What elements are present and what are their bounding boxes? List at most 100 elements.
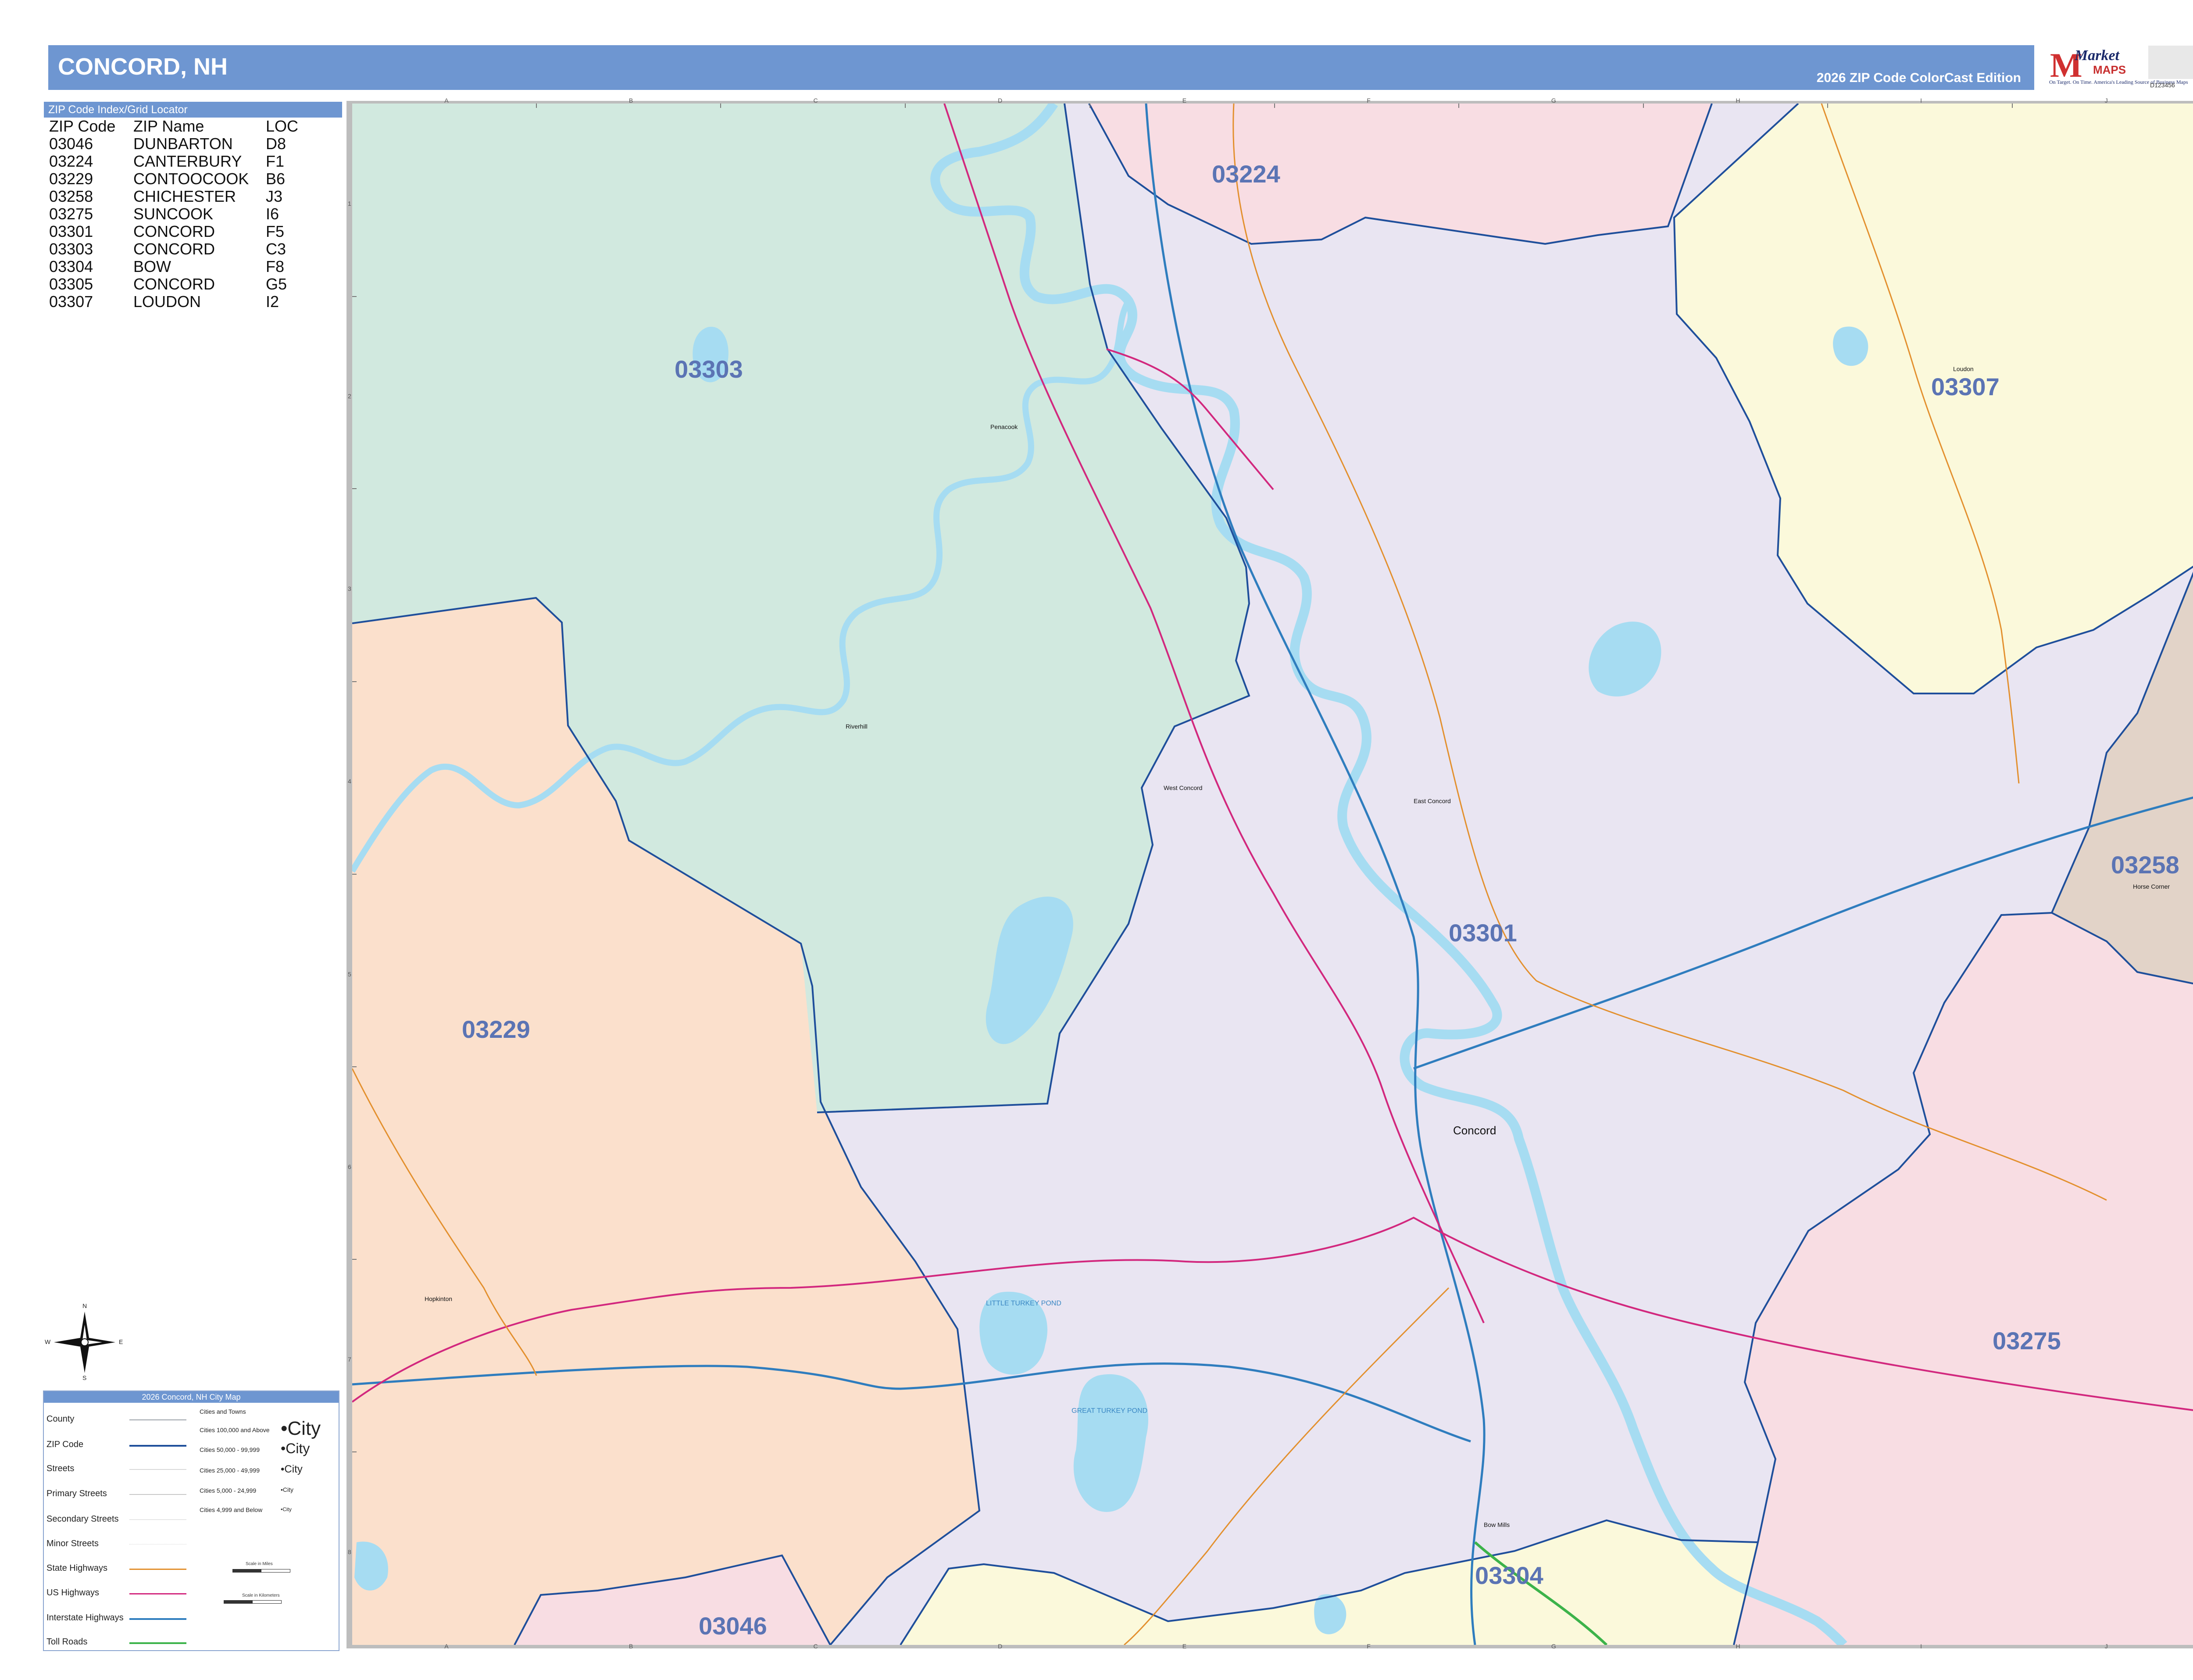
grid-column-label: H [1736,1643,1740,1650]
zip-index-row: 03304 BOW F8 [44,258,342,275]
zip-code-cell: 03046 [49,135,93,153]
legend-streets-label: Streets [46,1464,75,1473]
legend-primary-line [129,1494,186,1495]
zip-code-cell: 03301 [49,222,93,240]
grid-loc-cell: B6 [266,170,286,188]
zip-code-cell: 03305 [49,275,93,293]
zip-code-cell: ZIP Code [49,117,116,135]
grid-column-label: G [1551,97,1556,104]
legend-us-hwy-line [129,1593,186,1594]
zip-name-cell: BOW [133,257,171,275]
zip-code-cell: 03224 [49,152,93,170]
place-label-horse-corner: Horse Corner [2133,883,2170,890]
legend-interstate-label: Interstate Highways [46,1613,124,1623]
zip-name-cell: CONCORD [133,275,215,293]
grid-column-label: F [1367,1643,1371,1650]
zip-label-03224: 03224 [1212,160,1280,188]
zip-areas [352,104,2193,1645]
legend-secondary-label: Secondary Streets [46,1514,119,1524]
legend-city-sample-3: •City [281,1463,303,1475]
zip-name-cell: CHICHESTER [133,187,236,205]
grid-row-label: 3 [348,585,351,593]
zip-label-03301: 03301 [1449,919,1517,947]
grid-column-label: F [1367,97,1371,104]
publisher-logo: M Market MAPS On Target. On Time. Americ… [2047,44,2193,94]
grid-column-label: G [1551,1643,1556,1650]
legend-city-sample-5: •City [281,1506,292,1512]
scale-bar-km [224,1600,282,1604]
place-label-riverhill: Riverhill [846,723,868,730]
grid-loc-cell: F8 [266,257,285,275]
zip-index-row: 03303 CONCORD C3 [44,240,342,258]
logo-name-top: Market [2075,47,2119,64]
legend-city-class-4: Cities 5,000 - 24,999 [200,1487,257,1494]
legend-secondary-line [129,1519,186,1520]
legend-city-class-1: Cities 100,000 and Above [200,1426,270,1433]
place-label-east-concord: East Concord [1414,797,1451,804]
water-label-little-turkey-pond: LITTLE TURKEY POND [986,1300,1061,1307]
scale-bar-miles [232,1569,290,1573]
legend-city-class-2: Cities 50,000 - 99,999 [200,1446,260,1453]
zip-index-panel: ZIP Code Index/Grid Locator ZIP Code ZIP … [44,102,342,311]
zip-name-cell: SUNCOOK [133,205,214,223]
grid-column-label: C [813,1643,818,1650]
zip-name-cell: LOUDON [133,293,201,311]
grid-column-label: A [444,1643,449,1650]
legend-county-label: County [46,1414,75,1424]
zip-name-cell: CONCORD [133,222,215,240]
grid-loc-cell: G5 [266,275,287,293]
zip-index-row: 03224 CANTERBURY F1 [44,153,342,170]
legend-city-sample-1: •City [281,1418,321,1439]
legend-state-hwy-label: State Highways [46,1563,107,1573]
zip-name-cell: CANTERBURY [133,152,242,170]
legend-state-hwy-line [129,1569,186,1570]
legend-city-sample-2: •City [281,1441,310,1456]
title-bar: CONCORD, NH 2026 ZIP Code ColorCast Edit… [48,45,2034,90]
logo-name-bottom: MAPS [2093,63,2126,76]
legend-us-hwy-label: US Highways [46,1588,100,1598]
legend-minor-label: Minor Streets [46,1539,99,1548]
compass-n-label: N [82,1302,87,1309]
grid-row-label: 6 [348,1163,351,1170]
zip-name-cell: CONCORD [133,240,215,258]
grid-column-label: I [1920,97,1922,104]
grid-column-label: J [2104,1643,2108,1650]
grid-loc-cell: D8 [266,135,286,153]
grid-loc-cell: F1 [266,152,285,170]
zip-index-row: 03258 CHICHESTER J3 [44,188,342,205]
map-title: CONCORD, NH [58,54,228,80]
scale-miles-title: Scale in Miles [246,1562,273,1566]
zip-label-03229: 03229 [462,1015,530,1043]
compass-rose: N S E W [45,1302,123,1381]
grid-column-label: I [1920,1643,1922,1650]
zip-index-row: 03046 DUNBARTON D8 [44,135,342,153]
zip-label-03275: 03275 [1993,1327,2061,1355]
grid-loc-cell: LOC [266,117,299,135]
zip-label-03046: 03046 [699,1612,767,1640]
grid-loc-cell: I2 [266,293,279,311]
zip-code-cell: 03258 [49,187,93,205]
grid-column-label: B [629,1643,633,1650]
zip-label-03307: 03307 [1931,373,2000,400]
place-label-west-concord: West Concord [1164,784,1202,791]
grid-column-label: B [629,97,633,104]
grid-column-label: D [998,1643,1003,1650]
zip-index-column-headers: ZIP Code ZIP Name LOC [44,118,342,135]
legend-city-class-3: Cities 25,000 - 49,999 [200,1467,260,1474]
zip-index-row: 03229 CONTOOCOOK B6 [44,170,342,188]
grid-row-label: 5 [348,970,351,978]
zip-index-row: 03301 CONCORD F5 [44,223,342,240]
grid-column-label: J [2104,97,2108,104]
zip-code-cell: 03229 [49,170,93,188]
zip-code-cell: 03304 [49,257,93,275]
zip-index-table: ZIP Code ZIP Name LOC 03046 DUNBARTON D8 03224… [44,118,342,311]
place-label-penacook: Penacook [990,423,1018,430]
zip-label-03304: 03304 [1475,1562,1543,1589]
grid-row-label: 1 [348,200,351,207]
grid-row-label: 2 [348,392,351,400]
zip-map[interactable]: 03303 03224 03307 03301 03229 03258 0327… [352,104,2193,1645]
zip-index-row: 03305 CONCORD G5 [44,275,342,293]
scale-km-title: Scale in Kilometers [242,1593,280,1598]
water-label-great-turkey-pond: GREAT TURKEY POND [1071,1407,1147,1415]
grid-row-label: 7 [348,1356,351,1363]
